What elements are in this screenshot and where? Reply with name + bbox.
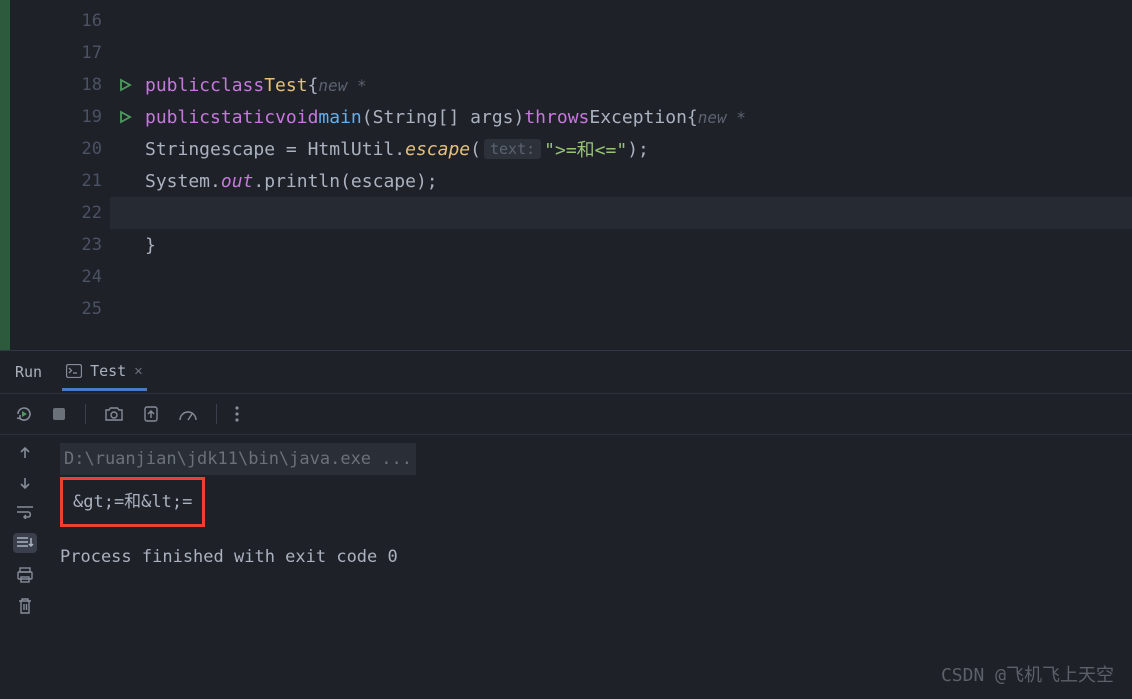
- line-number[interactable]: 23: [20, 229, 110, 261]
- code-line[interactable]: public class Test { new *: [110, 69, 1132, 101]
- exit-message: Process finished with exit code 0: [60, 541, 1122, 573]
- line-number[interactable]: 24: [20, 261, 110, 293]
- code-line[interactable]: [110, 37, 1132, 69]
- console-output[interactable]: D:\ruanjian\jdk11\bin\java.exe ... &gt;=…: [50, 435, 1132, 625]
- print-icon[interactable]: [16, 567, 34, 583]
- vcs-margin: [0, 0, 10, 350]
- line-number[interactable]: 20: [20, 133, 110, 165]
- code-line[interactable]: String escape = HtmlUtil.escape(text: ">…: [110, 133, 1132, 165]
- line-number[interactable]: 25: [20, 293, 110, 325]
- param-hint: text:: [484, 139, 541, 159]
- run-tab[interactable]: Test ✕: [62, 354, 147, 391]
- down-arrow-icon[interactable]: [17, 475, 33, 491]
- code-line[interactable]: [110, 261, 1132, 293]
- console-sidebar: [0, 435, 50, 625]
- camera-icon[interactable]: [104, 406, 124, 422]
- trash-icon[interactable]: [17, 597, 33, 615]
- code-line[interactable]: [110, 293, 1132, 325]
- run-toolbar: [0, 393, 1132, 435]
- tab-label: Test: [90, 362, 126, 380]
- line-number[interactable]: 17: [20, 37, 110, 69]
- line-number[interactable]: 16: [20, 5, 110, 37]
- code-editor: 16 17 18 19 20 21 22 23 24 25 public cla…: [0, 0, 1132, 350]
- rerun-icon[interactable]: [15, 405, 33, 423]
- run-panel: Run Test ✕: [0, 350, 1132, 625]
- more-icon[interactable]: [235, 406, 239, 422]
- line-number[interactable]: 21: [20, 165, 110, 197]
- run-label: Run: [15, 363, 42, 381]
- run-tabs-bar: Run Test ✕: [0, 351, 1132, 393]
- output-highlight: &gt;=和&lt;=: [60, 477, 205, 527]
- terminal-icon: [66, 364, 82, 378]
- code-content[interactable]: public class Test { new * public static …: [110, 0, 1132, 350]
- code-line-current[interactable]: [110, 197, 1132, 229]
- line-number[interactable]: 18: [20, 69, 110, 101]
- scroll-to-end-icon[interactable]: [13, 533, 37, 553]
- console-wrap: D:\ruanjian\jdk11\bin\java.exe ... &gt;=…: [0, 435, 1132, 625]
- code-line[interactable]: public static void main(String[] args) t…: [110, 101, 1132, 133]
- code-line[interactable]: }: [110, 229, 1132, 261]
- gutter[interactable]: 16 17 18 19 20 21 22 23 24 25: [20, 0, 110, 350]
- toolbar-separator: [216, 404, 217, 424]
- up-arrow-icon[interactable]: [17, 445, 33, 461]
- toolbar-separator: [85, 404, 86, 424]
- export-icon[interactable]: [142, 405, 160, 423]
- soft-wrap-icon[interactable]: [16, 505, 34, 519]
- gauge-icon[interactable]: [178, 406, 198, 422]
- close-icon[interactable]: ✕: [134, 363, 142, 379]
- stop-icon[interactable]: [51, 406, 67, 422]
- line-number[interactable]: 22: [20, 197, 110, 229]
- margin-inner: [10, 0, 20, 350]
- line-number[interactable]: 19: [20, 101, 110, 133]
- code-line[interactable]: System.out.println(escape);: [110, 165, 1132, 197]
- command-line[interactable]: D:\ruanjian\jdk11\bin\java.exe ...: [60, 443, 416, 475]
- code-line[interactable]: [110, 5, 1132, 37]
- watermark: CSDN @飞机飞上天空: [941, 661, 1114, 687]
